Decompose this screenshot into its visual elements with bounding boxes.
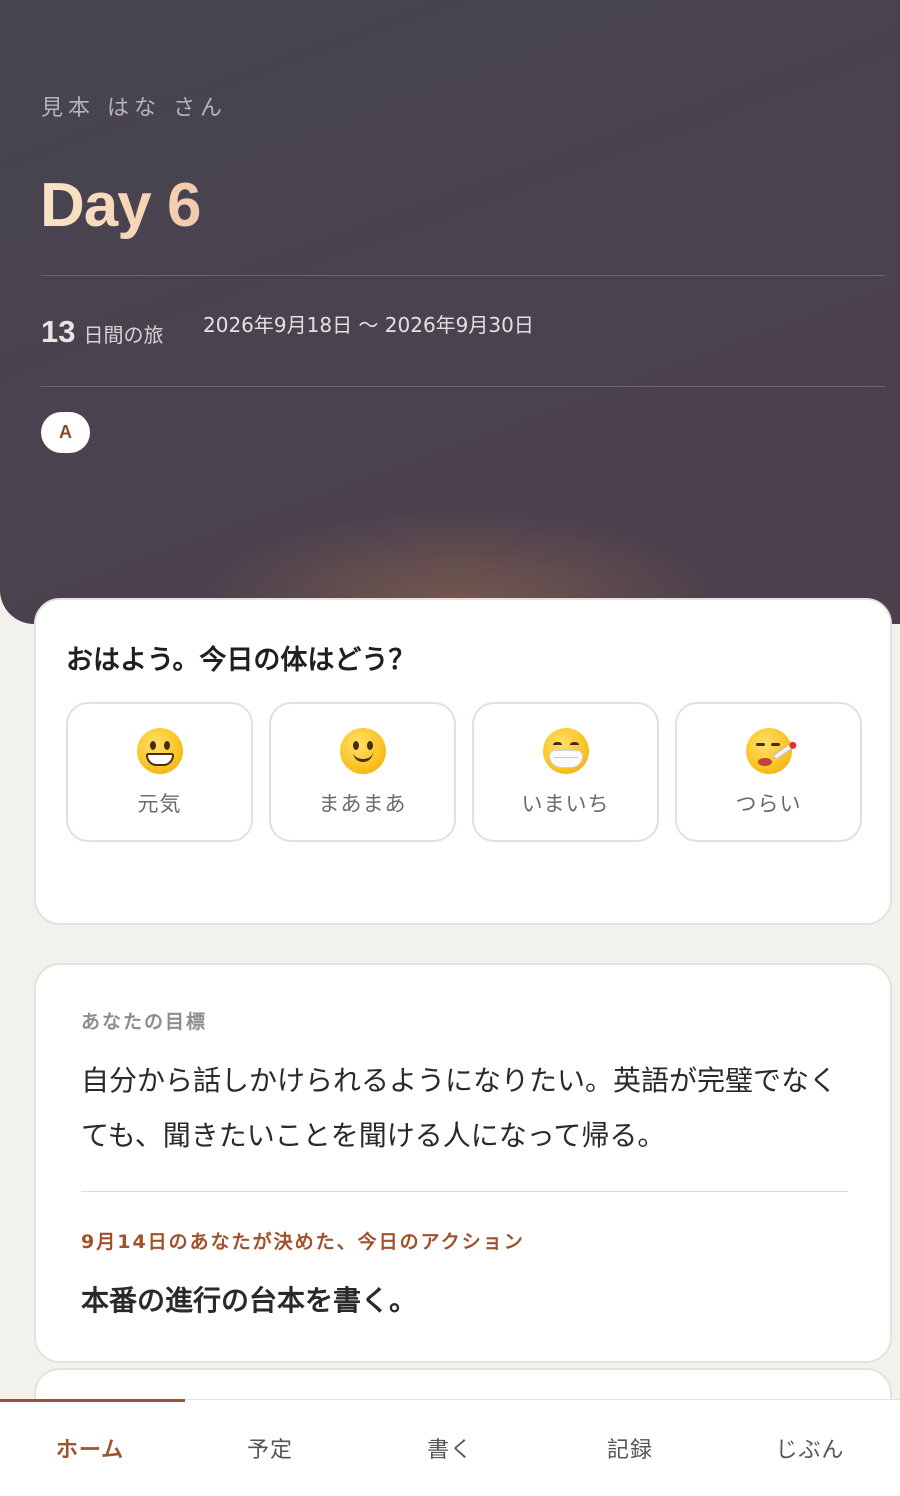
mood-option-label: まあまあ (318, 792, 407, 816)
mood-options: 元気 まあまあ いまいち つらい (66, 702, 862, 842)
grinning-face-icon (136, 728, 183, 774)
action-label: 9月14日のあなたが決めた、今日のアクション (81, 1231, 525, 1253)
goal-text: 自分から話しかけられるようになりたい。英語が完璧でなくても、聞きたいことを聞ける… (81, 1064, 838, 1152)
slightly-smiling-face-icon (339, 728, 386, 774)
mood-option-maamaa[interactable]: まあまあ (269, 702, 456, 842)
home-screen: 見本 はな さん Day 6 13 日間の旅 2026年9月18日 〜 2026… (0, 0, 900, 1496)
bottom-nav: ホーム 予定 書く 記録 じぶん (0, 1399, 900, 1496)
active-tab-indicator (0, 1399, 185, 1402)
mood-option-label: いまいち (521, 792, 610, 816)
trip-dates: 2026年9月18日 〜 2026年9月30日 (203, 313, 534, 337)
mood-option-imaichi[interactable]: いまいち (472, 702, 659, 842)
goal-divider (81, 1191, 848, 1192)
day-title: Day 6 (40, 171, 201, 240)
trip-length: 13 日間の旅 (41, 314, 163, 350)
header-divider (41, 386, 885, 387)
mood-card: おはよう。今日の体はどう？ 元気 まあまあ いまいち つらい (34, 598, 892, 925)
mood-option-label: つらい (735, 792, 802, 816)
action-text: 本番の進行の台本を書く。 (81, 1284, 418, 1317)
tab-write[interactable]: 書く (360, 1400, 540, 1496)
mood-option-label: 元気 (137, 792, 182, 816)
tab-schedule[interactable]: 予定 (180, 1400, 360, 1496)
mood-question: おはよう。今日の体はどう？ (66, 645, 416, 676)
header-panel: 見本 はな さん Day 6 13 日間の旅 2026年9月18日 〜 2026… (0, 0, 900, 624)
avatar[interactable]: A (41, 412, 90, 453)
goal-label: あなたの目標 (81, 1011, 208, 1033)
face-with-thermometer-icon (745, 728, 796, 774)
mood-option-genki[interactable]: 元気 (66, 702, 253, 842)
trip-days-count: 13 (41, 314, 76, 349)
tab-records[interactable]: 記録 (540, 1400, 720, 1496)
trip-days-unit: 日間の旅 (83, 323, 164, 347)
header-divider (41, 275, 885, 276)
goal-card: あなたの目標 自分から話しかけられるようになりたい。英語が完璧でなくても、聞きた… (34, 963, 892, 1363)
user-name: 見本 はな さん (41, 96, 227, 121)
tab-profile[interactable]: じぶん (720, 1400, 900, 1496)
tab-home[interactable]: ホーム (0, 1400, 180, 1496)
mood-option-tsurai[interactable]: つらい (675, 702, 862, 842)
face-with-mask-icon (542, 728, 589, 774)
